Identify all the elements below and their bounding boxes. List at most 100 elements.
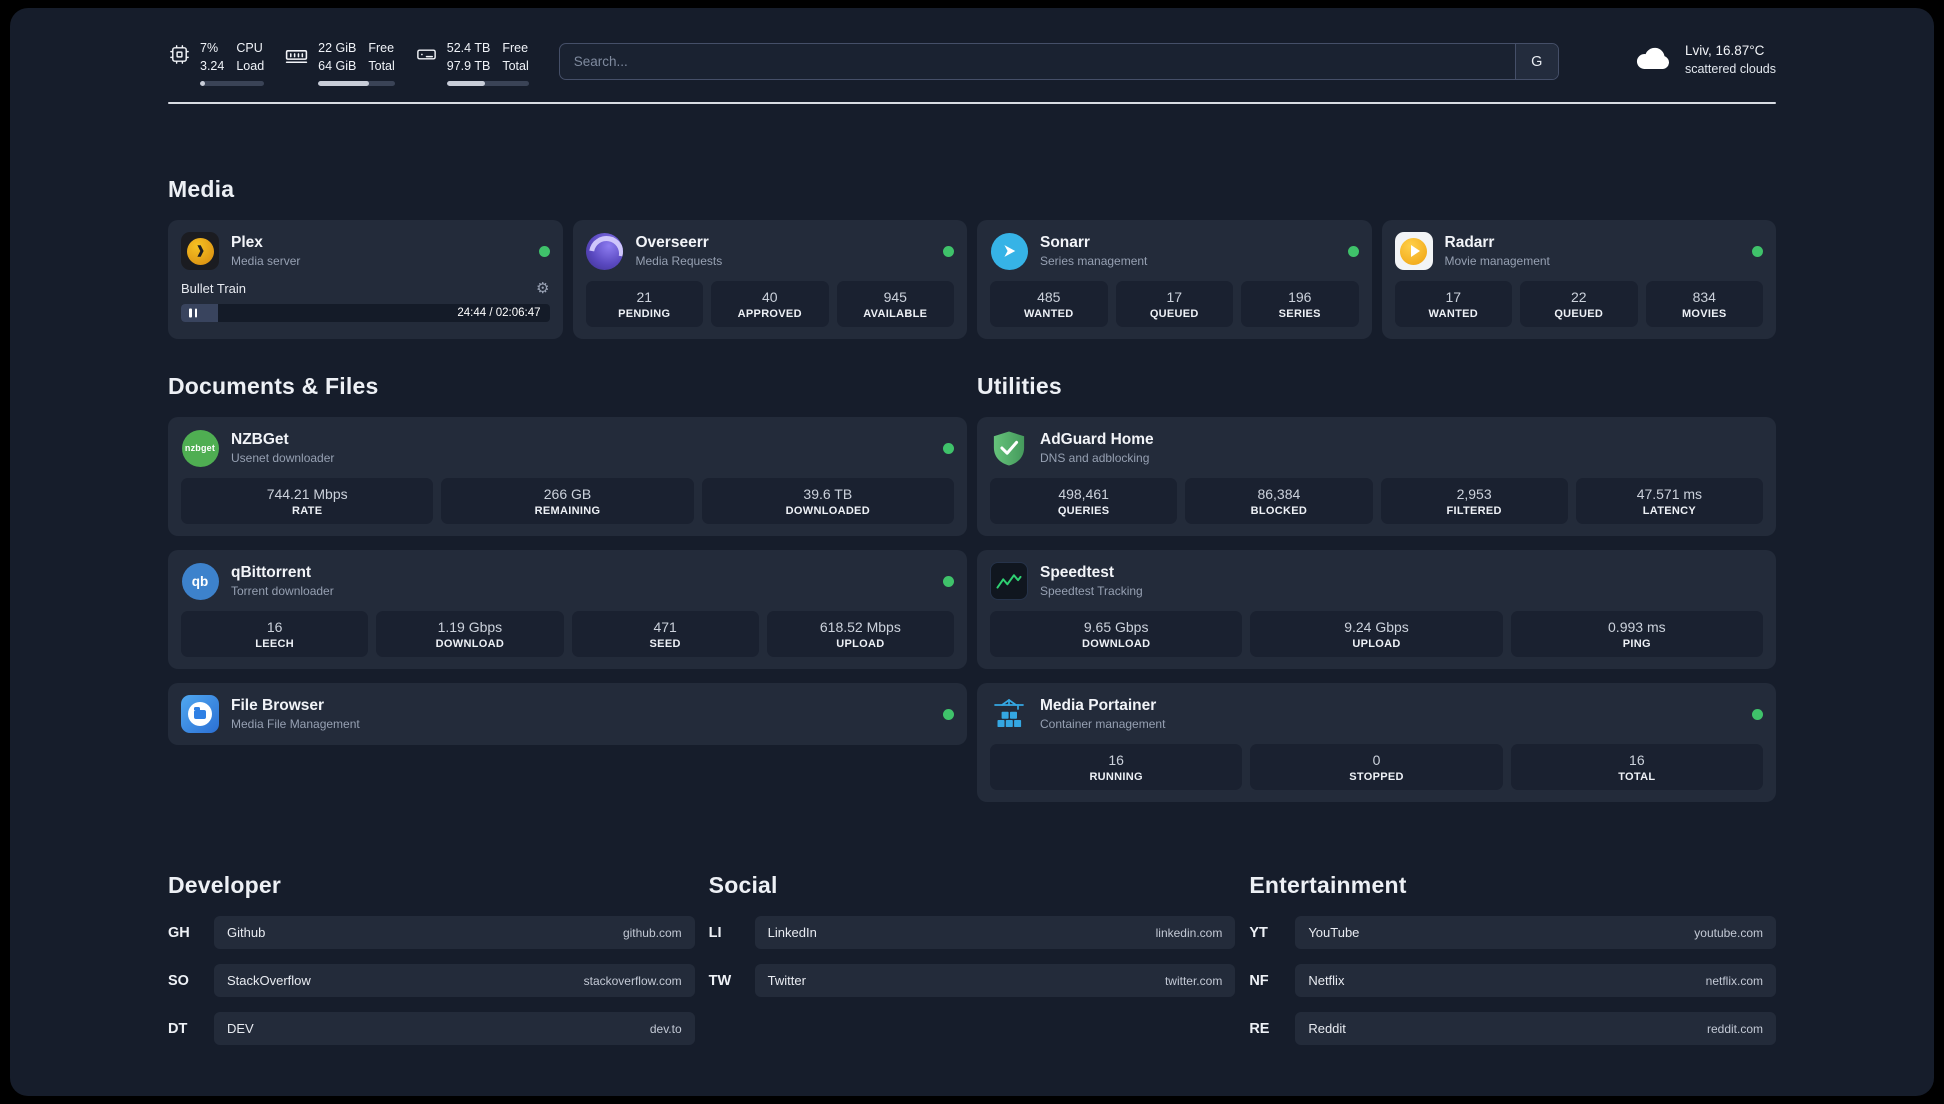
bookmark-name: StackOverflow: [227, 973, 311, 988]
stat-tile: 17 QUEUED: [1115, 281, 1233, 327]
bookmark-abbr: TW: [708, 972, 732, 989]
status-dot: [1752, 708, 1763, 720]
pause-icon[interactable]: [189, 308, 197, 318]
bookmark-youtube[interactable]: YT YouTube youtube.com: [1249, 916, 1776, 949]
app-subtitle: Media server: [231, 254, 301, 268]
stat-tile: 40 APPROVED: [711, 281, 829, 327]
stat-tile: 266 GB REMAINING: [441, 478, 694, 524]
nzbget-card[interactable]: nzbget NZBGet Usenet downloader 744.21 M…: [168, 417, 967, 536]
utilities-section-title: Utilities: [977, 373, 1062, 399]
plex-card[interactable]: Plex Media server Bullet Train ⚙ 24:44 /…: [168, 220, 563, 339]
ram-progress-bar: [318, 81, 395, 86]
bookmark-domain: dev.to: [649, 1021, 682, 1036]
filebrowser-card[interactable]: File Browser Media File Management: [168, 683, 967, 745]
stat-tile: 16 RUNNING: [990, 744, 1243, 790]
bookmark-linkedin[interactable]: LI LinkedIn linkedin.com: [709, 916, 1236, 949]
bookmark-name: Netflix: [1308, 973, 1345, 988]
stat-tile: 9.24 Gbps UPLOAD: [1250, 611, 1503, 657]
playback-progress-fill: [181, 304, 218, 322]
filebrowser-icon: [181, 695, 219, 733]
developer-column: Developer GH Github github.com SO StackO…: [168, 872, 695, 1045]
playback-progress-bar[interactable]: 24:44 / 02:06:47: [181, 304, 550, 322]
search-bar: G: [558, 43, 1559, 80]
qbittorrent-card[interactable]: qb qBittorrent Torrent downloader 16 LEE…: [168, 550, 967, 669]
stat-tile: 9.65 Gbps DOWNLOAD: [990, 611, 1243, 657]
stat-tile: 17 WANTED: [1394, 281, 1512, 327]
bookmark-abbr: YT: [1249, 924, 1268, 941]
app-subtitle: Usenet downloader: [231, 451, 335, 465]
cpu-load-value: 3.24: [200, 58, 225, 73]
cpu-values: 7% 3.24: [200, 40, 224, 75]
stat-tile: 47.571 ms LATENCY: [1575, 478, 1763, 524]
portainer-card[interactable]: Media Portainer Container management 16 …: [977, 683, 1776, 802]
stat-tile: 16 TOTAL: [1510, 744, 1763, 790]
overseerr-card[interactable]: Overseerr Media Requests 21 PENDING 40 A…: [572, 220, 967, 339]
search-engine-button[interactable]: G: [1514, 44, 1558, 79]
bookmark-domain: linkedin.com: [1155, 925, 1223, 940]
topbar-divider: [168, 102, 1776, 104]
bookmark-name: Twitter: [767, 973, 806, 988]
bookmark-abbr: LI: [708, 924, 722, 941]
status-dot: [538, 245, 550, 257]
speedtest-icon: [990, 562, 1028, 600]
bookmark-name: Reddit: [1308, 1021, 1346, 1036]
bookmark-reddit[interactable]: RE Reddit reddit.com: [1249, 1012, 1776, 1045]
disk-progress-fill: [446, 81, 486, 86]
stat-tile: 0.993 ms PING: [1510, 611, 1763, 657]
ram-values: 22 GiB 64 GiB: [318, 41, 357, 73]
bookmark-twitter[interactable]: TW Twitter twitter.com: [709, 964, 1236, 997]
cpu-progress-fill: [200, 81, 206, 86]
app-name: Radarr: [1444, 234, 1495, 251]
cpu-icon: [168, 43, 191, 66]
documents-section-title: Documents & Files: [168, 373, 379, 399]
bookmarks-section: Developer GH Github github.com SO StackO…: [168, 872, 1776, 1045]
radarr-card[interactable]: Radarr Movie management 17 WANTED 22 QUE…: [1381, 220, 1776, 339]
stat-tile: 618.52 Mbps UPLOAD: [766, 611, 954, 657]
sonarr-card[interactable]: Sonarr Series management 485 WANTED 17 Q…: [977, 220, 1372, 339]
disk-labels: Free Total: [502, 41, 529, 73]
gear-icon[interactable]: ⚙: [536, 281, 549, 296]
adguard-card[interactable]: AdGuard Home DNS and adblocking 498,461 …: [977, 417, 1776, 536]
stat-tile: 39.6 TB DOWNLOADED: [701, 478, 954, 524]
developer-section-title: Developer: [168, 872, 282, 898]
app-subtitle: Series management: [1040, 254, 1148, 268]
bookmark-github[interactable]: GH Github github.com: [168, 916, 695, 949]
bookmark-stackoverflow[interactable]: SO StackOverflow stackoverflow.com: [168, 964, 695, 997]
stat-tile: 16 LEECH: [181, 611, 369, 657]
bookmark-netflix[interactable]: NF Netflix netflix.com: [1249, 964, 1776, 997]
bookmark-name: DEV: [227, 1021, 254, 1036]
status-dot: [1752, 245, 1763, 257]
bookmark-domain: twitter.com: [1164, 973, 1223, 988]
disk-icon: [415, 43, 438, 66]
status-dot: [943, 708, 954, 720]
bookmark-domain: reddit.com: [1706, 1021, 1763, 1036]
weather-location: Lviv, 16.87°C: [1684, 43, 1765, 58]
now-playing-title: Bullet Train: [181, 281, 247, 296]
cpu-percent: 7%: [200, 41, 219, 55]
utilities-column: Utilities AdGuard Home DNS and adblockin…: [977, 373, 1776, 802]
portainer-icon: [990, 695, 1028, 733]
bookmark-abbr: DT: [168, 1020, 188, 1037]
bookmark-name: YouTube: [1308, 925, 1360, 940]
app-name: Plex: [231, 234, 263, 251]
status-dot: [943, 245, 954, 257]
app-name: Sonarr: [1040, 234, 1090, 251]
disk-progress-bar: [446, 81, 529, 86]
stat-tile: 22 QUEUED: [1520, 281, 1638, 327]
ram-icon: [284, 43, 309, 68]
bookmark-name: LinkedIn: [767, 925, 817, 940]
app-name: Speedtest: [1040, 564, 1115, 581]
search-input[interactable]: [559, 44, 1515, 79]
social-column: Social LI LinkedIn linkedin.com TW Twitt…: [709, 872, 1236, 997]
media-section: Media Plex Media server Bullet Train ⚙ 2…: [168, 176, 1776, 339]
bookmark-domain: github.com: [622, 925, 682, 940]
topbar: 7% 3.24 CPU Load 22 GiB 64 GiB Free Tota…: [168, 8, 1776, 86]
app-name: NZBGet: [231, 431, 289, 448]
speedtest-card[interactable]: Speedtest Speedtest Tracking 9.65 Gbps D…: [977, 550, 1776, 669]
playback-time: 24:44 / 02:06:47: [457, 307, 541, 319]
bookmark-dev[interactable]: DT DEV dev.to: [168, 1012, 695, 1045]
bookmark-domain: stackoverflow.com: [583, 973, 682, 988]
cpu-progress-bar: [200, 81, 265, 86]
app-name: qBittorrent: [231, 564, 312, 581]
entertainment-column: Entertainment YT YouTube youtube.com NF …: [1249, 872, 1776, 1045]
